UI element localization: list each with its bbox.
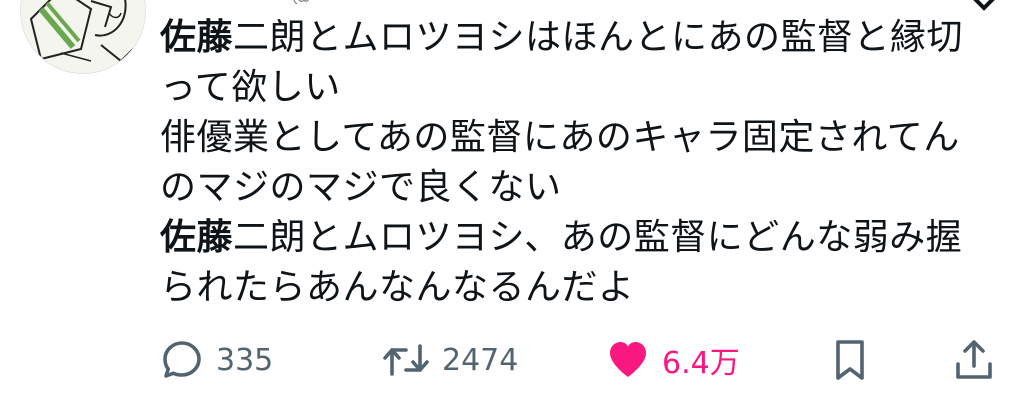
tweet-text-segment: 二朗とムロツヨシ、あの監督にどんな弱み握 [233, 217, 963, 258]
tweet-text-line: 俳優業としてあの監督にあのキャラ固定されてん [160, 113, 1000, 163]
tweet-text-segment: のマジのマジで良くない [160, 167, 562, 208]
retweet-arrows-icon [383, 344, 429, 376]
tweet-actions: 335 2474 6.4万 [160, 336, 1000, 384]
speech-bubble-icon [163, 341, 201, 378]
tweet-text-line: 佐藤二朗とムロツヨシはほんとにあの監督と縁切 [160, 13, 1000, 63]
avatar[interactable] [20, 0, 146, 74]
more-options-button[interactable] [966, 0, 1002, 12]
tweet-text: 佐藤二朗とムロツヨシはほんとにあの監督と縁切 って欲しい 俳優業としてあの監督にあの… [160, 13, 1000, 313]
tweet-text-line: られたらあんなんなるんだよ [160, 263, 1000, 313]
tweet-text-segment: られたらあんなんなるんだよ [160, 267, 635, 308]
tweet-text-segment: 俳優業としてあの監督にあのキャラ固定されてん [160, 117, 960, 158]
author-header-partial: ・ ・ ・ ・ ・ @ ・ ・ ・ ・ ・ ・ ・ ・ ・ ・ ・ ・ [160, 0, 720, 4]
bookmark-button[interactable] [830, 336, 870, 384]
bookmark-icon [836, 340, 864, 380]
mention-name: 佐藤 [160, 17, 234, 58]
retweet-button[interactable]: 2474 [382, 336, 518, 384]
share-button[interactable] [954, 336, 994, 384]
reply-count: 335 [216, 342, 274, 378]
heart-icon [610, 342, 646, 377]
tweet-text-line: のマジのマジで良くない [160, 163, 1000, 213]
tweet-text-line: って欲しい [160, 63, 1000, 113]
tweet-text-segment: 二朗とムロツヨシはほんとにあの監督と縁切 [233, 17, 964, 58]
mention-name: 佐藤 [160, 217, 234, 258]
chevron-icon [973, 0, 995, 11]
reply-button[interactable]: 335 [160, 336, 273, 384]
share-upload-icon [956, 340, 992, 379]
tweet-text-line: 佐藤二朗とムロツヨシ、あの監督にどんな弱み握 [160, 213, 1000, 263]
like-button[interactable]: 6.4万 [606, 336, 740, 384]
tweet-text-segment: って欲しい [160, 67, 341, 108]
like-count: 6.4万 [662, 346, 740, 381]
retweet-count: 2474 [442, 342, 519, 378]
avatar-illustration [21, 0, 145, 73]
